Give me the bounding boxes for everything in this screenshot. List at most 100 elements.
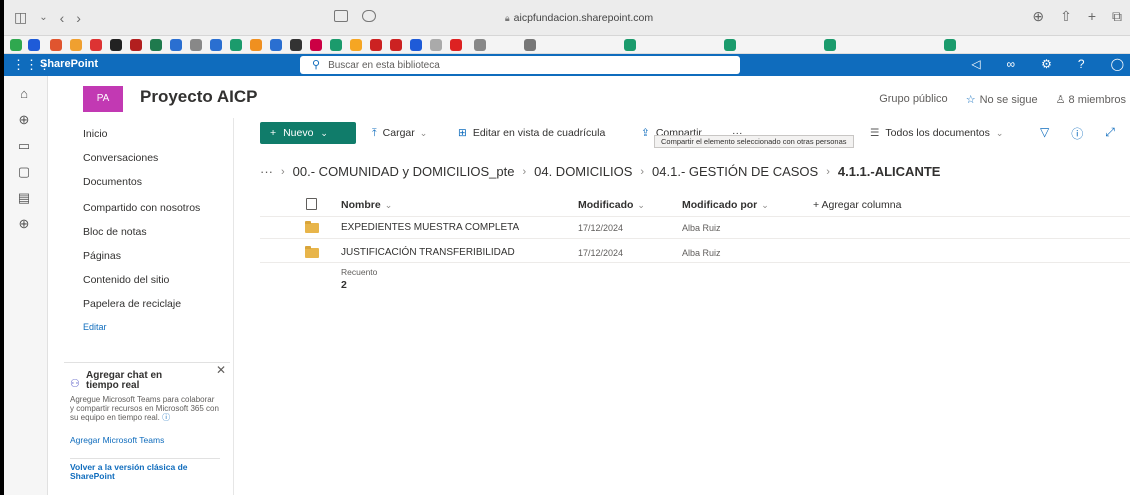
favorite-site-icon[interactable]: [270, 39, 282, 51]
favorite-site-icon[interactable]: [50, 39, 62, 51]
new-button[interactable]: + Nuevo ⌄: [260, 122, 356, 144]
reader-icon[interactable]: [362, 10, 376, 22]
nav-item-documentos[interactable]: Documentos: [83, 176, 142, 188]
favorite-site-icon[interactable]: [370, 39, 382, 51]
site-title[interactable]: Proyecto AICP: [140, 87, 257, 107]
favorite-site-icon[interactable]: [310, 39, 322, 51]
table-row-modified-by[interactable]: Alba Ruiz: [682, 248, 721, 258]
site-logo[interactable]: PA: [83, 86, 123, 112]
close-icon[interactable]: ✕: [216, 363, 226, 377]
follow-label: No se sigue: [979, 94, 1038, 106]
chevron-right-icon: ›: [281, 165, 285, 178]
column-header-modified-by[interactable]: Modificado por ⌄: [682, 199, 769, 211]
lock-icon: 🔒︎: [504, 13, 510, 23]
nav-item-contenido[interactable]: Contenido del sitio: [83, 274, 169, 286]
favorite-site-icon[interactable]: [330, 39, 342, 51]
members-button[interactable]: ♙ 8 miembros: [1056, 93, 1126, 106]
app-name[interactable]: SharePoint: [40, 58, 98, 70]
lists-icon[interactable]: ▤: [16, 190, 32, 206]
breadcrumb-overflow[interactable]: ···: [260, 164, 273, 179]
follow-button[interactable]: ☆ No se sigue: [966, 93, 1038, 106]
classic-version-link[interactable]: Volver a la versión clásica de SharePoin…: [70, 458, 220, 481]
nav-item-conversaciones[interactable]: Conversaciones: [83, 152, 158, 164]
favorite-site-icon[interactable]: [944, 39, 956, 51]
favorite-site-icon[interactable]: [170, 39, 182, 51]
sidebar-toggle-icon[interactable]: ◫: [14, 9, 27, 26]
favorite-site-icon[interactable]: [290, 39, 302, 51]
favorite-site-icon[interactable]: [430, 39, 442, 51]
news-icon[interactable]: ▭: [16, 138, 32, 154]
info-icon[interactable]: ⓘ: [1071, 125, 1083, 142]
search-input[interactable]: ⚲ Buscar en esta biblioteca: [300, 56, 740, 74]
favorite-site-icon[interactable]: [10, 39, 22, 51]
favorite-site-icon[interactable]: [130, 39, 142, 51]
breadcrumb-item[interactable]: 00.- COMUNIDAD y DOMICILIOS_pte: [293, 164, 515, 179]
grid-edit-button[interactable]: ⊞ Editar en vista de cuadrícula: [458, 127, 605, 139]
favorite-site-icon[interactable]: [724, 39, 736, 51]
globe-icon[interactable]: ⊕: [16, 112, 32, 128]
upload-button[interactable]: ⤒ Cargar ⌄: [372, 127, 427, 140]
download-icon[interactable]: ⊕: [1032, 8, 1044, 25]
nav-item-papelera[interactable]: Papelera de reciclaje: [83, 298, 181, 310]
new-tab-icon[interactable]: +: [1088, 8, 1096, 25]
favorite-site-icon[interactable]: [210, 39, 222, 51]
favorite-site-icon[interactable]: [250, 39, 262, 51]
favorite-site-icon[interactable]: [824, 39, 836, 51]
favorite-site-icon[interactable]: [70, 39, 82, 51]
breadcrumb-item[interactable]: 04. DOMICILIOS: [534, 164, 632, 179]
account-icon[interactable]: ◯: [1111, 57, 1124, 71]
favorite-site-icon[interactable]: [28, 39, 40, 51]
favorite-site-icon[interactable]: [474, 39, 486, 51]
favorite-site-icon[interactable]: [390, 39, 402, 51]
table-row-name[interactable]: JUSTIFICACIÓN TRANSFERIBILIDAD: [341, 247, 515, 258]
forward-icon[interactable]: ›: [76, 10, 81, 26]
table-row-name[interactable]: EXPEDIENTES MUESTRA COMPLETA: [341, 222, 519, 233]
help-icon[interactable]: ?: [1078, 57, 1085, 71]
create-icon[interactable]: ⊕: [16, 216, 32, 232]
breadcrumb: ··· › 00.- COMUNIDAD y DOMICILIOS_pte › …: [260, 164, 940, 179]
tab-overview-icon[interactable]: [334, 10, 348, 22]
browser-toolbar: ◫ ⌄ ‹ › 🔒︎ aicpfundacion.sharepoint.com ⊕…: [4, 0, 1130, 36]
address-bar[interactable]: 🔒︎ aicpfundacion.sharepoint.com: [434, 7, 724, 29]
chevron-down-icon[interactable]: ⌄: [39, 12, 47, 23]
nav-item-bloc-notas[interactable]: Bloc de notas: [83, 226, 147, 238]
favorite-site-icon[interactable]: [350, 39, 362, 51]
nav-item-inicio[interactable]: Inicio: [83, 128, 108, 140]
info-icon[interactable]: ⓘ: [162, 413, 170, 422]
column-header-modified[interactable]: Modificado ⌄: [578, 199, 645, 211]
search-placeholder: Buscar en esta biblioteca: [328, 60, 440, 71]
share-icon[interactable]: ⇧: [1060, 8, 1072, 25]
favorite-site-icon[interactable]: [150, 39, 162, 51]
favorite-site-icon[interactable]: [624, 39, 636, 51]
home-icon[interactable]: ⌂: [16, 86, 32, 102]
column-header-name[interactable]: Nombre ⌄: [341, 199, 392, 211]
favorite-site-icon[interactable]: [450, 39, 462, 51]
table-row-modified: 17/12/2024: [578, 248, 624, 258]
view-selector[interactable]: ☰ Todos los documentos ⌄: [870, 127, 1003, 139]
back-icon[interactable]: ‹: [60, 10, 65, 26]
favorite-site-icon[interactable]: [90, 39, 102, 51]
chat-icon[interactable]: ◁: [971, 57, 980, 71]
nav-item-compartido[interactable]: Compartido con nosotros: [83, 202, 200, 214]
tabs-icon[interactable]: ⧉: [1112, 8, 1122, 25]
expand-icon[interactable]: ⤢: [1105, 125, 1115, 142]
favorite-site-icon[interactable]: [410, 39, 422, 51]
favorite-site-icon[interactable]: [190, 39, 202, 51]
favorite-site-icon[interactable]: [230, 39, 242, 51]
nav-item-paginas[interactable]: Páginas: [83, 250, 121, 262]
breadcrumb-item[interactable]: 04.1.- GESTIÓN DE CASOS: [652, 164, 818, 179]
settings-icon[interactable]: ⚙: [1041, 57, 1052, 71]
files-icon[interactable]: ▢: [16, 164, 32, 180]
filter-icon[interactable]: ▽: [1040, 125, 1049, 142]
add-column-button[interactable]: + Agregar columna: [813, 199, 901, 211]
table-row-modified-by[interactable]: Alba Ruiz: [682, 223, 721, 233]
add-teams-link[interactable]: Agregar Microsoft Teams: [70, 435, 164, 445]
favorite-site-icon[interactable]: [524, 39, 536, 51]
favorite-site-icon[interactable]: [110, 39, 122, 51]
suite-bar: ⋮⋮⋮ SharePoint ⚲ Buscar en esta bibliotec…: [4, 54, 1130, 76]
chevron-down-icon: ⌄: [637, 200, 645, 210]
left-rail: ⌂ ⊕ ▭ ▢ ▤ ⊕: [4, 76, 48, 495]
nav-edit-link[interactable]: Editar: [83, 322, 107, 332]
link-icon[interactable]: ∞: [1007, 57, 1016, 71]
column-modified-by-label: Modificado por: [682, 199, 758, 211]
